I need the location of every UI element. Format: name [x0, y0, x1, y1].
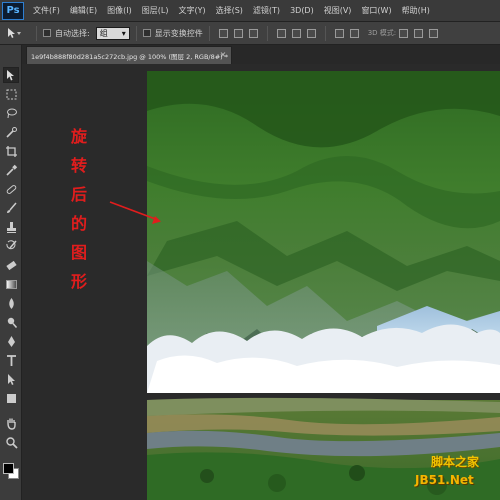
blur-tool-icon[interactable] [3, 295, 19, 311]
brush-tool-icon[interactable] [3, 200, 19, 216]
align-middle-icon[interactable] [233, 28, 243, 38]
clone-stamp-tool-icon[interactable] [3, 219, 19, 235]
menu-3d[interactable]: 3D(D) [285, 0, 319, 22]
3d-pan-icon[interactable] [414, 28, 424, 38]
annotation-char: 形 [70, 272, 87, 291]
annotation-char: 的 [70, 214, 87, 233]
menu-image[interactable]: 图像(I) [102, 0, 137, 22]
gradient-tool-icon[interactable] [3, 276, 19, 292]
type-tool-icon[interactable] [3, 352, 19, 368]
zoom-tool-icon[interactable] [3, 434, 19, 450]
3d-scale-icon[interactable] [429, 28, 439, 38]
chevron-down-icon: ▾ [121, 28, 126, 38]
3d-rotate-icon[interactable] [399, 28, 409, 38]
options-bar: 自动选择: 组 ▾ 显示变换控件 3D 模式: [0, 22, 500, 45]
menu-filter[interactable]: 滤镜(T) [248, 0, 285, 22]
align-top-icon[interactable] [218, 28, 228, 38]
auto-select-dropdown[interactable]: 组 ▾ [95, 26, 130, 40]
align-bottom-icon[interactable] [248, 28, 258, 38]
document-tab-bar: 1e9f4b888f80d281a5c272cb.jpg @ 100% (图层 … [22, 45, 500, 64]
annotation-char: 转 [70, 156, 87, 175]
auto-select-value: 组 [99, 28, 108, 38]
separator [36, 25, 37, 41]
watermark-domain: JB51.Net [415, 473, 474, 487]
separator [266, 25, 268, 41]
shape-tool-icon[interactable] [3, 390, 19, 406]
3d-mode-label: 3D 模式: [367, 29, 397, 37]
auto-select-label: 自动选择: [55, 28, 90, 38]
eyedropper-tool-icon[interactable] [3, 162, 19, 178]
site-watermark: 脚本之家 JB51.Net [415, 453, 500, 498]
annotation-char: 旋 [70, 127, 87, 146]
close-icon[interactable]: × [218, 50, 228, 60]
menu-window[interactable]: 窗口(W) [356, 0, 396, 22]
eraser-tool-icon[interactable] [3, 257, 19, 273]
foreground-color-swatch[interactable] [3, 463, 14, 474]
marquee-tool-icon[interactable] [3, 86, 19, 102]
distribute-icon[interactable] [334, 28, 344, 38]
move-tool-icon[interactable] [3, 67, 19, 83]
history-brush-tool-icon[interactable] [3, 238, 19, 254]
lasso-tool-icon[interactable] [3, 105, 19, 121]
menu-type[interactable]: 文字(Y) [173, 0, 210, 22]
move-tool-preset-icon[interactable] [6, 27, 30, 39]
document-image[interactable] [147, 71, 500, 500]
separator [208, 25, 210, 41]
distribute-icon[interactable] [349, 28, 359, 38]
watermark-title: 脚本之家 [431, 455, 480, 469]
crop-tool-icon[interactable] [3, 143, 19, 159]
annotation-char: 后 [70, 185, 87, 204]
menu-bar: Ps 文件(F) 编辑(E) 图像(I) 图层(L) 文字(Y) 选择(S) 滤… [0, 0, 500, 22]
dodge-tool-icon[interactable] [3, 314, 19, 330]
pen-tool-icon[interactable] [3, 333, 19, 349]
show-transform-checkbox[interactable] [142, 29, 151, 37]
align-left-icon[interactable] [276, 28, 286, 38]
document-tab[interactable]: 1e9f4b888f80d281a5c272cb.jpg @ 100% (图层 … [26, 46, 232, 64]
annotation-text: 旋 转 后 的 图 形 [70, 122, 88, 296]
photoshop-window: Ps 文件(F) 编辑(E) 图像(I) 图层(L) 文字(Y) 选择(S) 滤… [0, 0, 500, 500]
photoshop-logo-icon: Ps [2, 1, 24, 20]
path-select-tool-icon[interactable] [3, 371, 19, 387]
annotation-arrow-icon [109, 201, 161, 224]
tools-panel [0, 45, 22, 500]
align-center-icon[interactable] [291, 28, 301, 38]
document-tab-title: 1e9f4b888f80d281a5c272cb.jpg @ 100% (图层 … [31, 52, 229, 61]
quick-select-tool-icon[interactable] [3, 124, 19, 140]
menu-edit[interactable]: 编辑(E) [65, 0, 102, 22]
rotated-landscape-photo [147, 71, 500, 500]
menu-layer[interactable]: 图层(L) [137, 0, 174, 22]
separator [324, 25, 326, 41]
separator [135, 25, 137, 41]
show-transform-label: 显示变换控件 [154, 28, 203, 38]
menu-help[interactable]: 帮助(H) [397, 0, 435, 22]
healing-brush-tool-icon[interactable] [3, 181, 19, 197]
hand-tool-icon[interactable] [3, 415, 19, 431]
canvas-area[interactable]: 旋 转 后 的 图 形 [22, 64, 500, 500]
menu-file[interactable]: 文件(F) [28, 0, 65, 22]
auto-select-checkbox[interactable] [43, 29, 51, 37]
align-right-icon[interactable] [306, 28, 316, 38]
annotation-char: 图 [70, 243, 87, 262]
menu-select[interactable]: 选择(S) [211, 0, 248, 22]
menu-view[interactable]: 视图(V) [319, 0, 357, 22]
